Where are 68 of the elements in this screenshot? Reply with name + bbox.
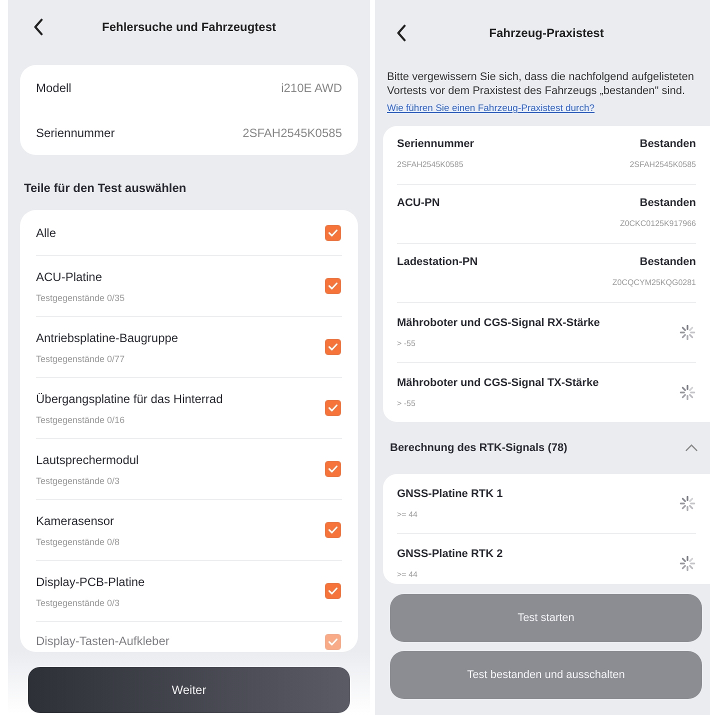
- test-status: Bestanden: [640, 197, 696, 209]
- check-icon: [327, 585, 339, 597]
- info-value: 2SFAH2545K0585: [242, 126, 342, 140]
- check-icon: [327, 524, 339, 536]
- chevron-icon[interactable]: [685, 444, 698, 452]
- screen-title: Fahrzeug-Praxistest: [489, 26, 604, 40]
- screen-title: Fehlersuche und Fahrzeugtest: [102, 20, 276, 34]
- test-status: Bestanden: [640, 256, 696, 268]
- checkbox[interactable]: [325, 461, 341, 477]
- part-name: Display-Tasten-Aufkleber: [36, 634, 170, 648]
- test-count: Testgegenstände 0/8: [36, 536, 120, 546]
- continue-button[interactable]: Weiter: [28, 667, 350, 713]
- checkbox[interactable]: [325, 224, 341, 240]
- info-label: Modell: [36, 80, 72, 94]
- part-name: Alle: [36, 226, 56, 240]
- part-name: Lautsprechermodul: [36, 452, 139, 466]
- help-link[interactable]: Wie führen Sie einen Fahrzeug-Praxistest durch?: [387, 103, 595, 114]
- checkbox[interactable]: [325, 522, 341, 538]
- check-icon: [327, 463, 339, 475]
- action-button[interactable]: Test bestanden und ausschalten: [390, 651, 702, 699]
- test-name: GNSS-Platine RTK 1: [397, 488, 503, 500]
- action-button[interactable]: Test starten: [390, 594, 702, 642]
- test-count: Testgegenstände 0/35: [36, 292, 125, 302]
- test-detail: >= 44: [397, 510, 418, 519]
- section-title: Teile für den Test auswählen: [24, 181, 188, 195]
- check-icon: [327, 636, 339, 648]
- back-icon[interactable]: [395, 24, 407, 42]
- test-name: Mähroboter und CGS-Signal RX-Stärke: [397, 317, 600, 329]
- test-name: ACU-PN: [397, 197, 440, 209]
- check-icon: [327, 280, 339, 292]
- test-detail: 2SFAH2545K0585: [397, 160, 464, 169]
- loading-icon: [679, 555, 696, 572]
- test-count: Testgegenstände 0/77: [36, 354, 126, 364]
- part-name: ACU-Platine: [36, 270, 104, 284]
- checkbox[interactable]: [325, 278, 341, 294]
- checkbox[interactable]: [325, 339, 341, 355]
- part-name: Kamerasensor: [36, 514, 116, 528]
- test-count: Testgegenstände 0/3: [36, 476, 121, 486]
- intro-text: Bitte vergewissern Sie sich, dass die nachfolgend aufgelisteten Vortests vor dem Praxistest des Fahrzeugs „bestanden" sind.: [387, 70, 695, 98]
- check-icon: [327, 402, 339, 414]
- checkbox[interactable]: [325, 583, 341, 599]
- part-name: Antriebsplatine-Baugruppe: [36, 330, 178, 344]
- back-icon[interactable]: [32, 18, 44, 36]
- check-icon: [327, 341, 339, 353]
- info-label: Seriennummer: [36, 126, 115, 140]
- info-value: i210E AWD: [281, 80, 342, 94]
- test-name: Ladestation-PN: [397, 256, 478, 268]
- checkbox[interactable]: [325, 634, 341, 650]
- test-count: Testgegenstände 0/3: [36, 598, 121, 608]
- test-detail: > -55: [397, 399, 416, 408]
- test-value: 2SFAH2545K0585: [630, 160, 696, 169]
- loading-icon: [679, 324, 696, 341]
- checkbox[interactable]: [325, 400, 341, 416]
- part-name: Übergangsplatine für das Hinterrad: [36, 392, 223, 406]
- test-status: Bestanden: [640, 138, 696, 150]
- loading-icon: [679, 384, 696, 401]
- test-value: Z0CKC0125K917966: [620, 219, 696, 228]
- test-name: Mähroboter und CGS-Signal TX-Stärke: [397, 377, 599, 389]
- part-name: Display-PCB-Platine: [36, 574, 145, 588]
- test-detail: >= 44: [397, 570, 418, 579]
- section-title: Berechnung des RTK-Signals (78): [390, 442, 568, 454]
- test-name: GNSS-Platine RTK 2: [397, 548, 503, 560]
- test-count: Testgegenstände 0/16: [36, 414, 126, 424]
- test-name: Seriennummer: [397, 138, 474, 150]
- test-value: Z0CQCYM25KQG0281: [612, 278, 696, 287]
- loading-icon: [679, 495, 696, 512]
- check-icon: [327, 226, 339, 238]
- test-detail: > -55: [397, 339, 416, 348]
